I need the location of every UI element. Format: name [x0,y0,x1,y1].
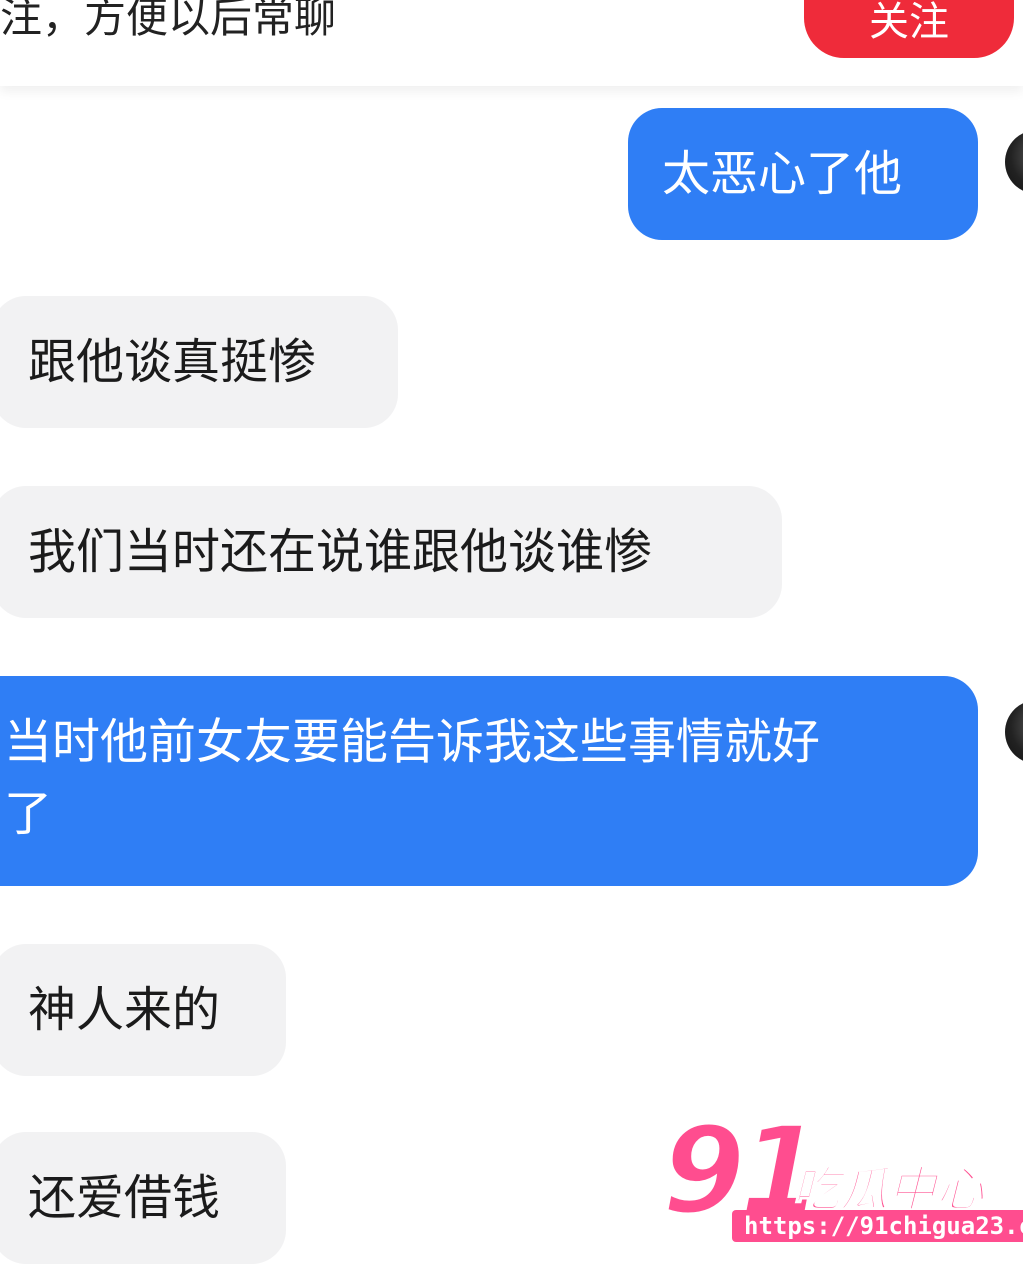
message-text: 太恶心了他 [662,146,903,202]
message-bubble-incoming[interactable]: 跟他谈真挺惨 [0,296,398,428]
message-text: 神人来的 [28,982,221,1038]
message-text: 还爱借钱 [28,1170,221,1226]
chat-screen: 注，方便以后常聊 关注 太恶心了他 跟他谈真挺惨 我们当时还在说谁跟他谈谁惨 当… [0,0,1023,1280]
own-avatar[interactable] [1005,130,1023,194]
message-bubble-incoming[interactable]: 神人来的 [0,944,286,1076]
follow-prompt-bar: 注，方便以后常聊 关注 [0,0,1023,86]
follow-prompt-text: 注，方便以后常聊 [0,0,337,42]
message-bubble-outgoing[interactable]: 太恶心了他 [628,108,978,240]
message-bubble-outgoing[interactable]: 当时他前女友要能告诉我这些事情就好 了 [0,676,978,886]
message-bubble-incoming[interactable]: 还爱借钱 [0,1132,286,1264]
message-bubble-incoming[interactable]: 我们当时还在说谁跟他谈谁惨 [0,486,782,618]
site-watermark: 91 吃瓜中心 https://91chigua23.com [661,1101,1023,1260]
own-avatar[interactable] [1005,700,1023,764]
message-text-line: 了 [4,786,53,842]
follow-button[interactable]: 关注 [804,0,1014,58]
watermark-url: https://91chigua23.com [732,1210,1023,1242]
follow-button-label: 关注 [869,0,949,45]
message-text: 我们当时还在说谁跟他谈谁惨 [28,524,653,580]
message-text-line: 当时他前女友要能告诉我这些事情就好 [4,714,821,770]
message-text: 跟他谈真挺惨 [28,334,317,390]
